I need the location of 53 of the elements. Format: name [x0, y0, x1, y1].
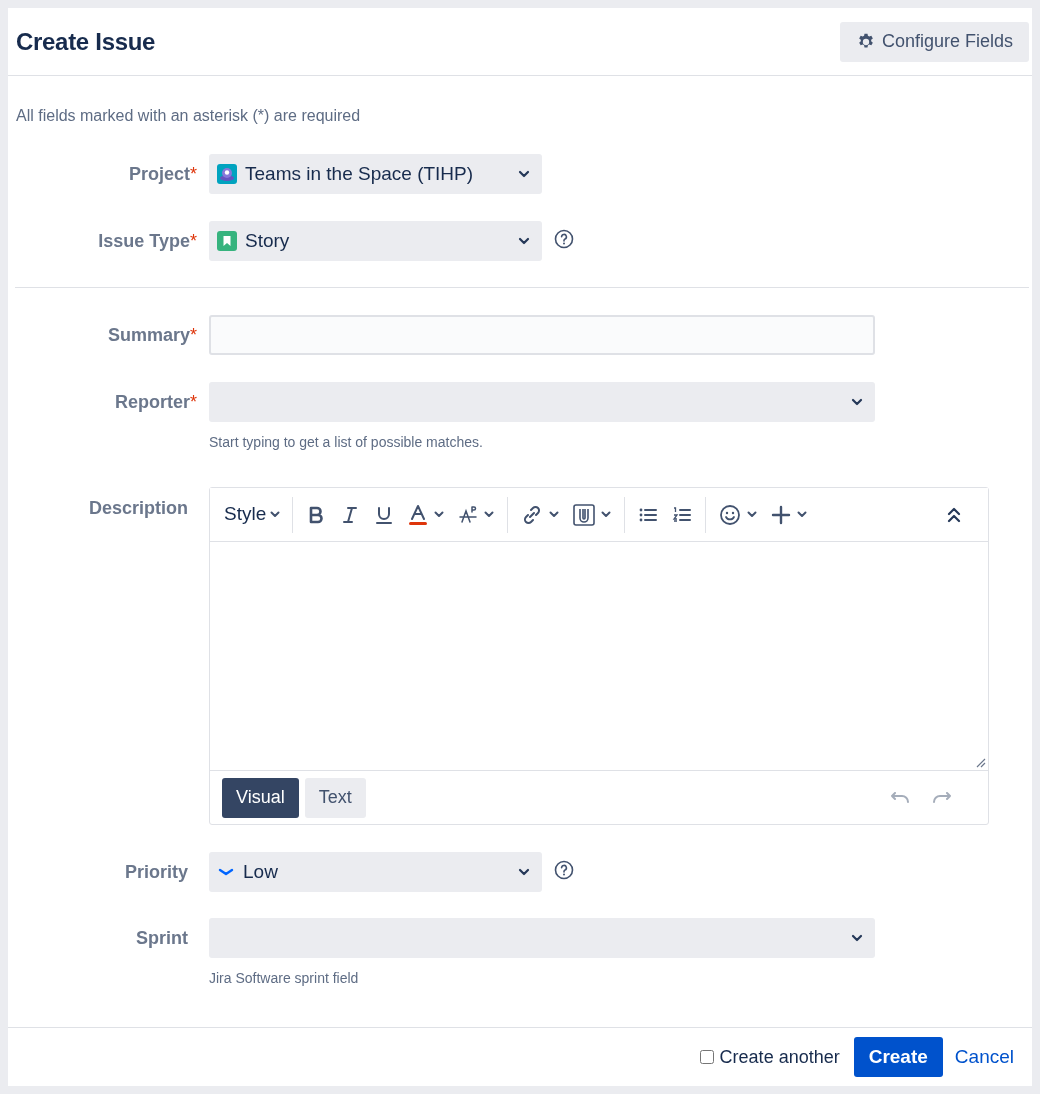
chevron-down-icon — [518, 237, 530, 245]
select-field[interactable]: Teams in the Space (TIHP) — [209, 154, 542, 194]
style-dropdown[interactable]: Style — [218, 496, 287, 533]
select-field[interactable] — [209, 918, 875, 958]
plus-icon — [771, 504, 792, 525]
bookmark-icon — [217, 231, 237, 251]
field-label: Priority — [124, 860, 189, 884]
chevron-down-icon — [851, 934, 863, 942]
field-hint: Jira Software sprint field — [209, 969, 360, 988]
editor-mode-tab[interactable]: Visual — [222, 777, 299, 818]
text-color-icon — [408, 503, 429, 526]
chevron-down-icon — [747, 511, 758, 518]
cancel-link[interactable]: Cancel — [954, 1042, 1014, 1072]
create-button[interactable]: Create — [853, 1037, 943, 1077]
undo-icon — [890, 791, 910, 804]
redo-icon — [932, 791, 952, 804]
field-label: Project* — [128, 162, 197, 186]
dialog-title: Create Issue — [16, 26, 156, 57]
editor-mode-tab[interactable]: Text — [304, 777, 366, 818]
chevron-down-icon — [518, 170, 530, 178]
chevron-down-icon — [549, 511, 560, 518]
required-fields-note: All fields marked with an asterisk (*) are required — [15, 106, 362, 126]
select-field[interactable] — [209, 382, 875, 422]
project-avatar-icon — [217, 164, 237, 184]
paperclip-icon — [573, 503, 596, 526]
underline-icon — [374, 504, 395, 525]
checkbox[interactable] — [699, 1050, 714, 1064]
field-label: Sprint — [136, 926, 189, 950]
double-chevron-up-icon — [947, 506, 961, 523]
numbered-list-icon — [672, 504, 693, 525]
field-label: Reporter* — [114, 390, 197, 414]
configure-fields-button[interactable]: Configure Fields — [839, 21, 1029, 62]
help-icon[interactable] — [554, 860, 574, 880]
chevron-down-icon — [484, 511, 495, 518]
smiley-icon — [719, 503, 742, 526]
summary-input-field[interactable] — [209, 315, 875, 355]
select-field[interactable]: Low — [209, 852, 542, 892]
help-icon[interactable] — [554, 229, 574, 249]
create-another-checkbox[interactable]: Create another — [699, 1043, 840, 1071]
field-hint: Start typing to get a list of possible matches. — [209, 433, 484, 452]
chevron-down-icon — [601, 511, 612, 518]
field-label: Issue Type* — [98, 229, 197, 253]
field-label: Summary* — [107, 323, 197, 347]
field-label: Description — [88, 497, 189, 520]
select-field[interactable]: Story — [209, 221, 542, 261]
chevron-down-icon — [851, 398, 863, 406]
strikethrough-icon — [458, 504, 479, 525]
chevron-down-icon — [518, 868, 530, 876]
chevron-down-icon — [217, 867, 235, 877]
chevron-down-icon — [434, 511, 445, 518]
chevron-down-icon — [270, 511, 281, 518]
chevron-down-icon — [797, 511, 808, 518]
resize-handle-icon[interactable] — [976, 758, 986, 768]
